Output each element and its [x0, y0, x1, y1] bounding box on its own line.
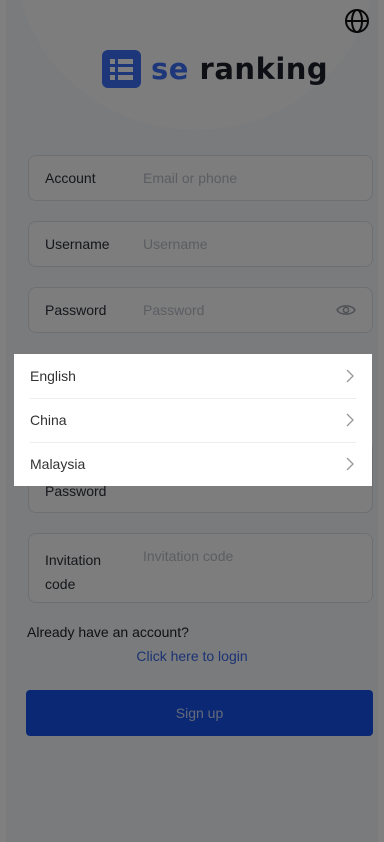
language-item-label: English [30, 368, 76, 384]
language-item-china[interactable]: China [14, 398, 372, 442]
language-item-english[interactable]: English [14, 354, 372, 398]
language-item-label: China [30, 412, 67, 428]
language-item-label: Malaysia [30, 456, 86, 472]
chevron-right-icon [346, 413, 354, 427]
language-item-malaysia[interactable]: Malaysia [14, 442, 372, 486]
chevron-right-icon [346, 457, 354, 471]
language-menu: English China Malaysia [14, 354, 372, 486]
chevron-right-icon [346, 369, 354, 383]
